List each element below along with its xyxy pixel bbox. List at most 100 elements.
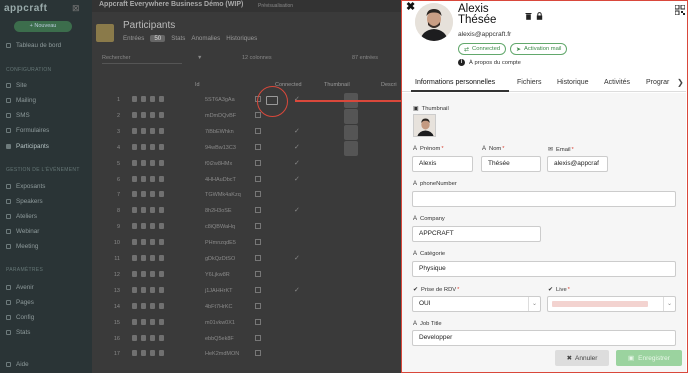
sidebar-item-mailing[interactable]: Mailing bbox=[6, 95, 36, 105]
tab-history[interactable]: Historique bbox=[557, 79, 589, 86]
sidebar-item-stats[interactable]: Stats bbox=[6, 327, 30, 337]
trash-icon[interactable] bbox=[525, 12, 532, 22]
history-icon[interactable] bbox=[159, 175, 164, 182]
about-account-link[interactable]: iÀ propos du compte bbox=[458, 59, 521, 66]
user-icon[interactable] bbox=[150, 350, 155, 357]
company-input[interactable]: APPCRAFT bbox=[412, 226, 541, 242]
lock-icon[interactable] bbox=[536, 12, 543, 22]
lock-icon[interactable] bbox=[141, 207, 146, 214]
trash-icon[interactable] bbox=[132, 270, 137, 277]
categorie-input[interactable]: Physique bbox=[412, 261, 676, 277]
trash-icon[interactable] bbox=[132, 207, 137, 214]
prenom-input[interactable]: Alexis bbox=[412, 156, 473, 172]
tab-activities[interactable]: Activités bbox=[604, 79, 630, 86]
qr-code-icon[interactable] bbox=[255, 207, 261, 214]
sidebar-item-meeting[interactable]: Meeting bbox=[6, 241, 38, 251]
tab-program[interactable]: Prograr bbox=[646, 79, 669, 86]
sidebar-item-help[interactable]: Aide bbox=[6, 359, 29, 369]
user-icon[interactable] bbox=[150, 127, 155, 134]
qr-code-icon[interactable] bbox=[255, 191, 261, 198]
history-icon[interactable] bbox=[159, 207, 164, 214]
history-icon[interactable] bbox=[159, 191, 164, 198]
column-header-thumbnail[interactable]: Thumbnail bbox=[324, 82, 350, 88]
tab-anomalies[interactable]: Anomalies bbox=[191, 35, 220, 42]
chevron-down-icon[interactable]: ⌄ bbox=[528, 297, 540, 311]
tab-history[interactable]: Historiques bbox=[226, 35, 257, 42]
qr-code-icon[interactable] bbox=[255, 127, 261, 134]
history-icon[interactable] bbox=[159, 286, 164, 293]
table-row[interactable]: 4 94wBw13C3 ✓ bbox=[102, 140, 402, 156]
cancel-button[interactable]: ✖ Annuler bbox=[555, 350, 609, 366]
phone-input[interactable] bbox=[412, 191, 676, 207]
user-icon[interactable] bbox=[150, 111, 155, 118]
sidebar-item-exposants[interactable]: Exposants bbox=[6, 181, 45, 191]
qr-code-icon[interactable] bbox=[255, 286, 261, 293]
collapse-icon[interactable]: ⊠ bbox=[72, 3, 80, 14]
chevron-down-icon[interactable]: ⌄ bbox=[663, 297, 675, 311]
user-icon[interactable] bbox=[150, 207, 155, 214]
user-icon[interactable] bbox=[150, 302, 155, 309]
trash-icon[interactable] bbox=[132, 143, 137, 150]
trash-icon[interactable] bbox=[132, 255, 137, 261]
table-row[interactable]: 2 mDmDQvBF bbox=[102, 108, 402, 124]
trash-icon[interactable] bbox=[132, 111, 137, 118]
job-title-input[interactable]: Developper bbox=[412, 330, 676, 346]
save-button[interactable]: ▣ Enregistrer bbox=[616, 350, 682, 366]
tab-files[interactable]: Fichiers bbox=[517, 79, 542, 86]
column-header-id[interactable]: Id bbox=[195, 82, 200, 88]
lock-icon[interactable] bbox=[141, 111, 146, 118]
trash-icon[interactable] bbox=[132, 302, 137, 309]
sidebar-item-participants[interactable]: Participants bbox=[6, 141, 49, 151]
qr-code-icon[interactable] bbox=[255, 302, 261, 309]
table-row[interactable]: 15 m01vkw0X1 bbox=[102, 316, 402, 331]
sidebar-item-pages[interactable]: Pages bbox=[6, 297, 34, 307]
qr-code-icon[interactable] bbox=[255, 350, 261, 357]
lock-icon[interactable] bbox=[141, 302, 146, 309]
qr-code-icon[interactable] bbox=[255, 334, 261, 341]
table-row[interactable]: 3 7iBbEWhkn ✓ bbox=[102, 124, 402, 140]
user-icon[interactable] bbox=[150, 334, 155, 341]
lock-icon[interactable] bbox=[141, 318, 146, 325]
lock-icon[interactable] bbox=[141, 159, 146, 166]
user-icon[interactable] bbox=[150, 318, 155, 325]
lock-icon[interactable] bbox=[141, 270, 146, 277]
lock-icon[interactable] bbox=[141, 350, 146, 357]
table-row[interactable]: 8 8h2H3oSE ✓ bbox=[102, 204, 402, 219]
table-row[interactable]: 16 ebbQ5ek8F bbox=[102, 332, 402, 347]
search-input[interactable]: Rechercher bbox=[102, 55, 182, 64]
column-header-description[interactable]: Descri bbox=[381, 82, 397, 88]
qr-code-icon[interactable] bbox=[255, 255, 261, 261]
trash-icon[interactable] bbox=[132, 223, 137, 230]
sidebar-item-webinar[interactable]: Webinar bbox=[6, 226, 39, 236]
sidebar-item-site[interactable]: Site bbox=[6, 80, 27, 90]
lock-icon[interactable] bbox=[141, 223, 146, 230]
table-row[interactable]: 6 4HHAuDbcT ✓ bbox=[102, 173, 402, 188]
lock-icon[interactable] bbox=[141, 334, 146, 341]
lock-icon[interactable] bbox=[141, 191, 146, 198]
sidebar-item-ateliers[interactable]: Ateliers bbox=[6, 211, 37, 221]
user-icon[interactable] bbox=[150, 270, 155, 277]
history-icon[interactable] bbox=[159, 159, 164, 166]
history-icon[interactable] bbox=[159, 270, 164, 277]
lock-icon[interactable] bbox=[141, 96, 146, 102]
qr-code-icon[interactable] bbox=[255, 159, 261, 166]
history-icon[interactable] bbox=[159, 239, 164, 246]
qr-code-icon[interactable] bbox=[255, 111, 261, 118]
activation-mail-badge[interactable]: ➤ Activation mail bbox=[510, 43, 568, 55]
user-icon[interactable] bbox=[150, 143, 155, 150]
trash-icon[interactable] bbox=[132, 350, 137, 357]
sidebar-item-forms[interactable]: Formulaires bbox=[6, 125, 49, 135]
qr-code-icon[interactable] bbox=[255, 223, 261, 230]
sidebar-item-sms[interactable]: SMS bbox=[6, 110, 30, 120]
sidebar-item-dashboard[interactable]: Tableau de bord bbox=[6, 40, 61, 50]
sidebar-item-avenir[interactable]: Avenir bbox=[6, 282, 34, 292]
tab-personal-info[interactable]: Informations personnelles bbox=[415, 79, 495, 86]
trash-icon[interactable] bbox=[132, 334, 137, 341]
table-row[interactable]: 10 PHmnzqdE5 bbox=[102, 236, 402, 251]
trash-icon[interactable] bbox=[132, 286, 137, 293]
history-icon[interactable] bbox=[159, 223, 164, 230]
history-icon[interactable] bbox=[159, 302, 164, 309]
sidebar-item-speakers[interactable]: Speakers bbox=[6, 196, 43, 206]
qr-code-icon[interactable] bbox=[674, 4, 686, 17]
trash-icon[interactable] bbox=[132, 159, 137, 166]
